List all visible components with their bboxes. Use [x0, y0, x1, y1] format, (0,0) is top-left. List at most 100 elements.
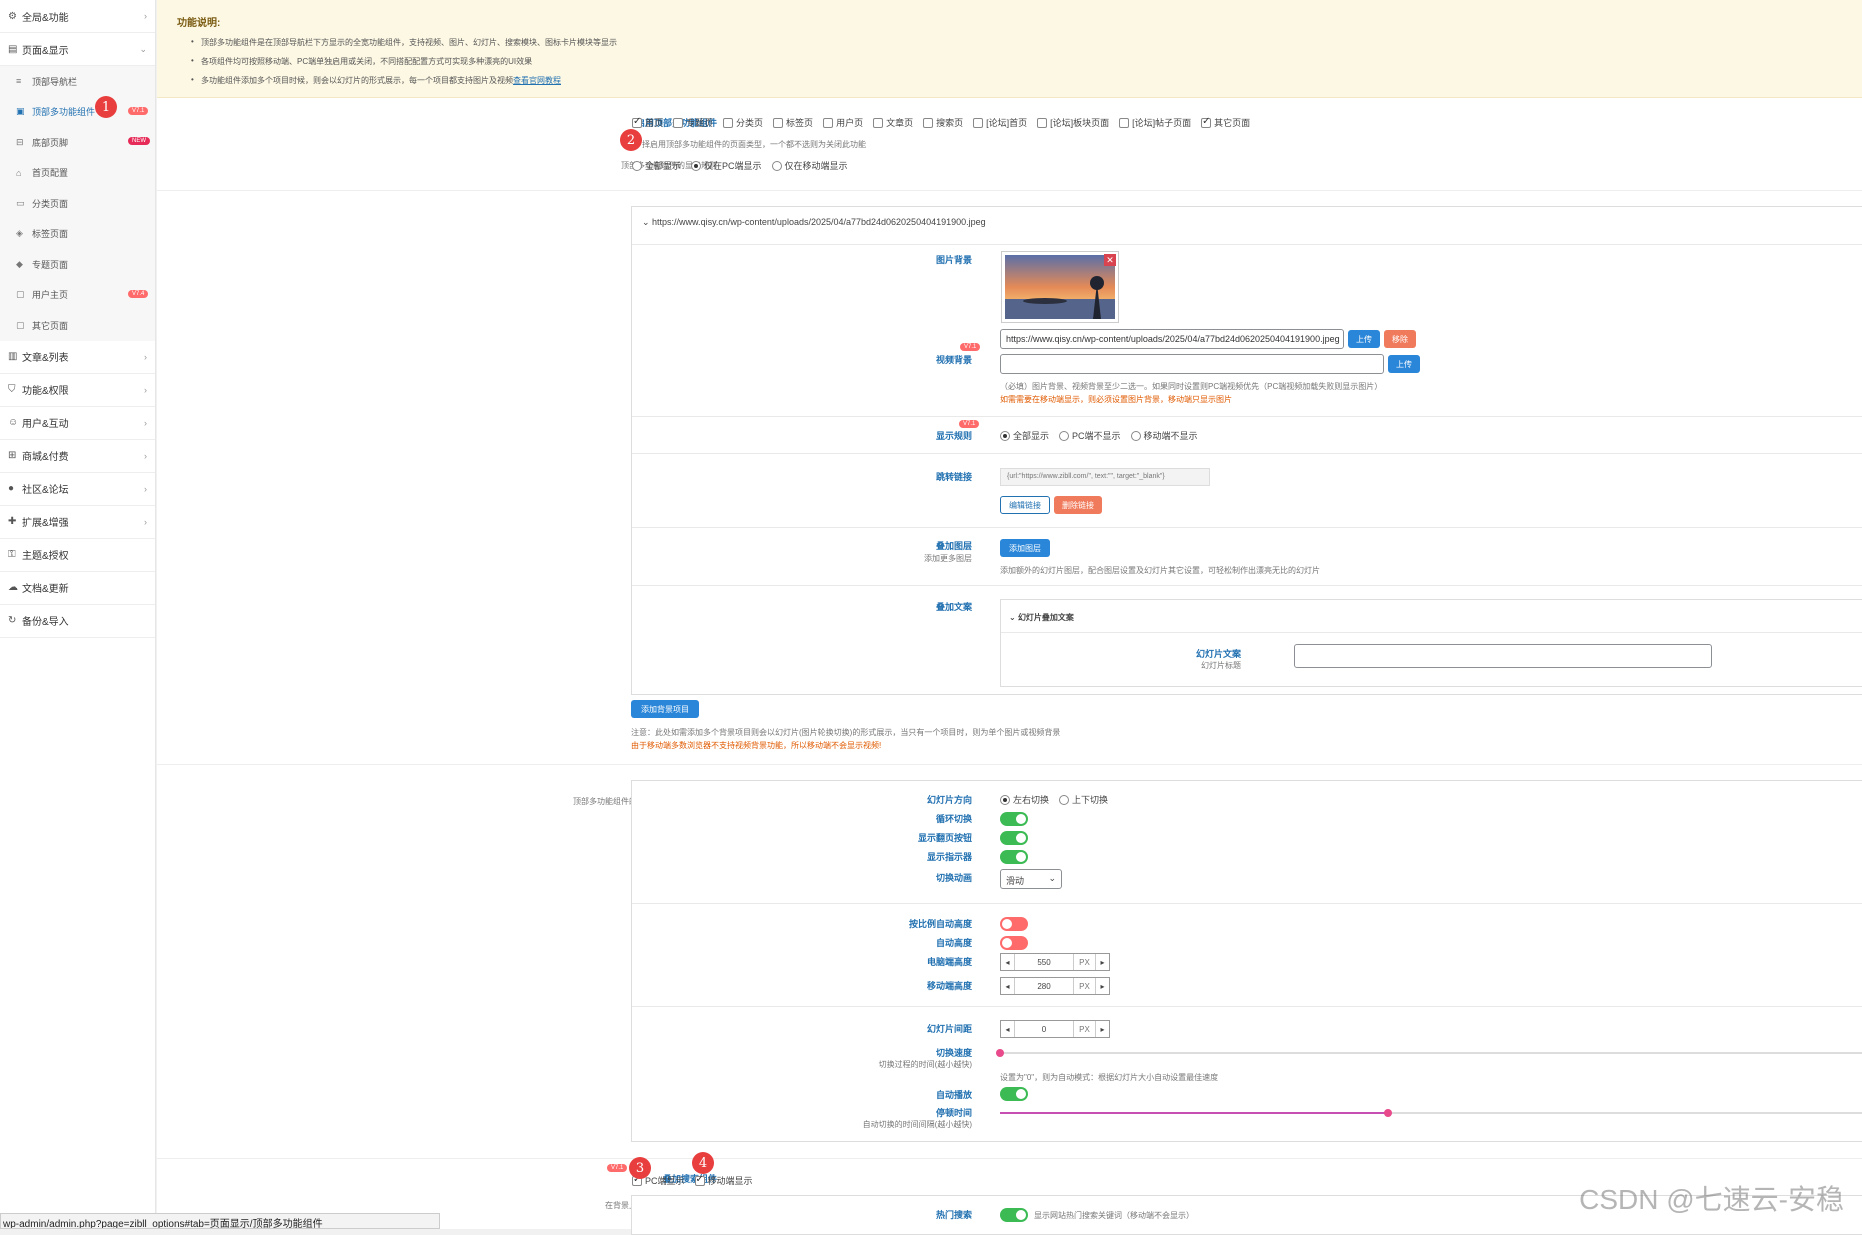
radio[interactable]: [1130, 431, 1141, 441]
increment-icon[interactable]: ▸: [1095, 1021, 1109, 1037]
decrement-icon[interactable]: ◂: [1001, 1021, 1015, 1037]
show-rule-option[interactable]: 移动端不显示: [1130, 431, 1198, 441]
decrement-icon[interactable]: ◂: [1001, 954, 1015, 970]
background-panel: ⌄ https://www.qisy.cn/wp-content/uploads…: [631, 206, 1862, 695]
sidebar-group-community[interactable]: ● 社区&论坛 ›: [0, 473, 155, 506]
checkbox[interactable]: [973, 118, 984, 128]
slide-text-input[interactable]: [1294, 644, 1712, 668]
show-rule-option[interactable]: 全部显示: [1000, 431, 1049, 441]
video-url-input[interactable]: [1000, 354, 1384, 374]
sidebar-group-pages[interactable]: ▤ 页面&显示 ⌄: [0, 33, 155, 66]
checkbox[interactable]: [694, 1174, 705, 1186]
sidebar-item-topic[interactable]: ◆ 专题页面: [0, 249, 155, 280]
sidebar-item-footer[interactable]: ⊟ 底部页脚 NEW: [0, 127, 155, 158]
decrement-icon[interactable]: ◂: [1001, 978, 1015, 994]
mobile-height-value[interactable]: 280: [1015, 978, 1073, 994]
close-icon[interactable]: ✕: [1104, 254, 1116, 266]
enable-page-option[interactable]: 搜索页: [923, 118, 963, 128]
sidebar-item-category[interactable]: ▭ 分类页面: [0, 188, 155, 219]
sidebar-group-users[interactable]: ☺ 用户&互动 ›: [0, 407, 155, 440]
edit-link-button[interactable]: 编辑链接: [1000, 496, 1050, 514]
checkbox[interactable]: [632, 116, 642, 128]
enable-page-option[interactable]: 其它页面: [1201, 116, 1250, 128]
image-url-input[interactable]: https://www.qisy.cn/wp-content/uploads/2…: [1000, 329, 1344, 349]
sidebar-group-docs[interactable]: ☁ 文档&更新: [0, 572, 155, 605]
pc-height-value[interactable]: 550: [1015, 954, 1073, 970]
enable-page-option[interactable]: 首页: [632, 116, 663, 128]
ratio-height-toggle[interactable]: [1000, 917, 1028, 931]
image-preview[interactable]: ✕: [1001, 251, 1119, 323]
checkbox[interactable]: [673, 118, 684, 128]
delete-link-button[interactable]: 删除链接: [1054, 496, 1102, 514]
radio[interactable]: [1059, 431, 1070, 441]
upload-video-button[interactable]: 上传: [1388, 355, 1420, 373]
display-rule-option[interactable]: 仅在PC端显示: [691, 161, 762, 171]
radio[interactable]: [1000, 795, 1010, 805]
pause-slider[interactable]: [1000, 1109, 1862, 1117]
direction-option[interactable]: 左右切换: [1000, 795, 1049, 805]
enable-page-option[interactable]: 标签页: [773, 118, 813, 128]
sidebar-item-top-widget[interactable]: ▣ 顶部多功能组件 V7.1: [0, 97, 155, 128]
increment-icon[interactable]: ▸: [1095, 954, 1109, 970]
speed-slider[interactable]: [996, 1049, 1862, 1057]
sidebar-item-home[interactable]: ⌂ 首页配置: [0, 158, 155, 189]
mobile-height-stepper[interactable]: ◂ 280 PX ▸: [1000, 977, 1110, 995]
enable-page-option[interactable]: [论坛]板块页面: [1037, 118, 1109, 128]
sidebar-group-posts[interactable]: ▥ 文章&列表 ›: [0, 341, 155, 374]
enable-page-option[interactable]: 用户页: [823, 118, 863, 128]
increment-icon[interactable]: ▸: [1095, 978, 1109, 994]
add-background-item-button[interactable]: 添加背景项目: [631, 700, 699, 718]
direction-option[interactable]: 上下切换: [1059, 795, 1108, 805]
radio[interactable]: [691, 161, 702, 171]
checkbox[interactable]: [923, 118, 934, 128]
hot-search-toggle[interactable]: [1000, 1208, 1028, 1222]
sidebar-item-tag[interactable]: ◈ 标签页面: [0, 219, 155, 250]
tutorial-link[interactable]: 查看官网教程: [513, 76, 561, 85]
radio[interactable]: [1059, 795, 1070, 805]
spacing-stepper[interactable]: ◂ 0 PX ▸: [1000, 1020, 1110, 1038]
slider-handle[interactable]: [1383, 1109, 1392, 1117]
add-layer-button[interactable]: 添加图层: [1000, 539, 1050, 557]
checkbox[interactable]: [1037, 118, 1048, 128]
loop-toggle[interactable]: [1000, 812, 1028, 826]
display-rule-option[interactable]: 仅在移动端显示: [771, 161, 848, 171]
slider-handle[interactable]: [996, 1049, 1004, 1057]
radio[interactable]: [1000, 431, 1010, 441]
sidebar-item-other[interactable]: ▢ 其它页面: [0, 310, 155, 341]
search-option[interactable]: 移动端显示: [694, 1174, 753, 1186]
auto-height-toggle[interactable]: [1000, 936, 1028, 950]
sidebar-group-features[interactable]: ⛉ 功能&权限 ›: [0, 374, 155, 407]
radio[interactable]: [771, 161, 782, 171]
sidebar-group-shop[interactable]: ⊞ 商城&付费 ›: [0, 440, 155, 473]
checkbox[interactable]: [823, 118, 834, 128]
radio[interactable]: [632, 161, 642, 171]
sidebar-group-backup[interactable]: ↻ 备份&导入: [0, 605, 155, 638]
enable-page-option[interactable]: 文章页: [873, 118, 913, 128]
slide-text-header[interactable]: ⌄ 幻灯片叠加文案: [1009, 612, 1074, 623]
background-item-header[interactable]: ⌄ https://www.qisy.cn/wp-content/uploads…: [642, 217, 986, 228]
spacing-value[interactable]: 0: [1015, 1021, 1073, 1037]
sidebar-group-extend[interactable]: ✚ 扩展&增强 ›: [0, 506, 155, 539]
pc-height-stepper[interactable]: ◂ 550 PX ▸: [1000, 953, 1110, 971]
autoplay-toggle[interactable]: [1000, 1087, 1028, 1101]
enable-page-option[interactable]: [论坛]帖子页面: [1119, 118, 1191, 128]
sidebar-item-top-nav[interactable]: ≡ 顶部导航栏: [0, 66, 155, 97]
enable-page-option[interactable]: 分类页: [723, 118, 763, 128]
remove-button[interactable]: 移除: [1384, 330, 1416, 348]
show-rule-option[interactable]: PC端不显示: [1059, 431, 1121, 441]
sidebar-group-global[interactable]: ⚙ 全局&功能 ›: [0, 0, 155, 33]
effect-select[interactable]: 滑动 ⌄: [1000, 869, 1062, 889]
upload-button[interactable]: 上传: [1348, 330, 1380, 348]
sidebar-group-license[interactable]: ⚿ 主题&授权: [0, 539, 155, 572]
display-rule-option[interactable]: 全部显示: [632, 161, 681, 171]
checkbox[interactable]: [723, 118, 734, 128]
checkbox[interactable]: [873, 118, 884, 128]
checkbox[interactable]: [773, 118, 784, 128]
checkbox[interactable]: [1119, 118, 1130, 128]
indicator-toggle[interactable]: [1000, 850, 1028, 864]
enable-page-option[interactable]: 专题页: [673, 118, 713, 128]
pager-toggle[interactable]: [1000, 831, 1028, 845]
enable-page-option[interactable]: [论坛]首页: [973, 118, 1027, 128]
sidebar-item-user-page[interactable]: ▢ 用户主页 V7.4: [0, 280, 155, 311]
checkbox[interactable]: [1201, 116, 1212, 128]
